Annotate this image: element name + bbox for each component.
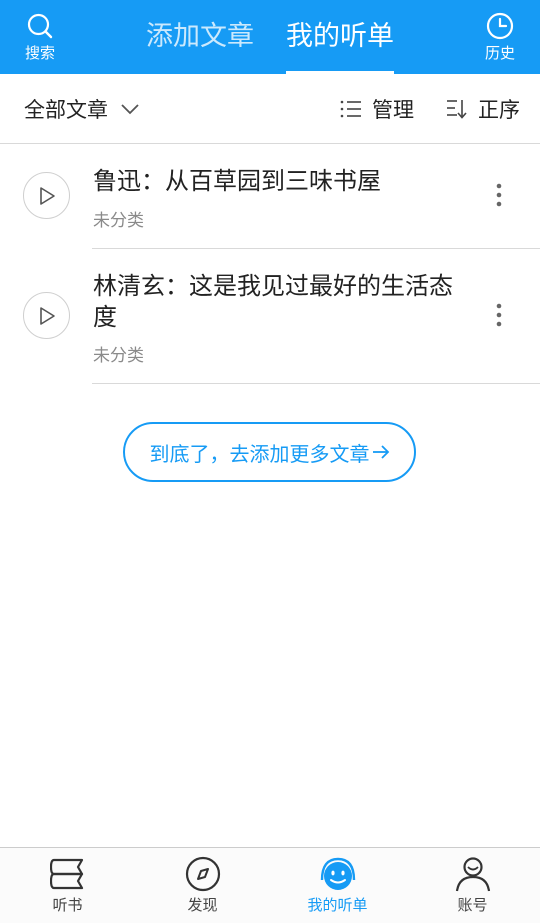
bottom-nav: 听书 发现 我的听单 账号	[0, 847, 540, 923]
clock-icon	[486, 12, 514, 40]
nav-label: 发现	[187, 896, 218, 914]
tab-my-list-label: 我的听单	[286, 21, 394, 52]
user-icon	[455, 857, 490, 892]
list-item[interactable]: 林清玄：这是我见过最好的生活态度 未分类	[0, 249, 540, 384]
history-button[interactable]: 历史	[460, 0, 540, 74]
nav-label: 听书	[52, 896, 83, 914]
header-tabs: 添加文章 我的听单	[0, 0, 540, 74]
book-stack-icon	[49, 858, 83, 890]
tab-add-article[interactable]: 添加文章	[130, 0, 270, 74]
nav-item-my-list[interactable]: 我的听单	[270, 848, 405, 923]
order-label: 正序	[478, 98, 520, 122]
history-label: 历史	[484, 44, 515, 62]
article-filter-dropdown[interactable]: 全部文章	[24, 74, 140, 144]
list-toolbar: 全部文章 管理 正序	[0, 74, 540, 144]
more-options-button[interactable]	[484, 175, 514, 215]
top-header: 搜索 添加文章 我的听单 历史	[0, 0, 540, 74]
article-title: 林清玄：这是我见过最好的生活态度	[93, 272, 453, 331]
list-item[interactable]: 鲁迅：从百草园到三味书屋 未分类	[0, 144, 540, 249]
divider	[92, 383, 540, 384]
arrow-right-icon	[372, 445, 389, 459]
compass-icon	[185, 856, 220, 892]
play-icon	[39, 186, 55, 205]
tab-my-list[interactable]: 我的听单	[270, 0, 410, 74]
sort-order-button[interactable]: 正序	[446, 74, 520, 144]
article-category: 未分类	[93, 346, 144, 366]
add-more-articles-button[interactable]: 到底了，去添加更多文章	[123, 422, 416, 482]
filter-label: 全部文章	[24, 98, 108, 122]
play-icon	[39, 306, 55, 325]
article-title: 鲁迅：从百草园到三味书屋	[93, 167, 381, 195]
manage-button[interactable]: 管理	[340, 74, 414, 144]
nav-label: 我的听单	[307, 896, 368, 914]
article-category: 未分类	[93, 211, 144, 231]
sort-icon	[447, 100, 467, 119]
add-more-label: 到底了，去添加更多文章	[149, 441, 370, 466]
nav-item-listen-books[interactable]: 听书	[0, 848, 135, 923]
nav-label: 账号	[457, 896, 488, 914]
play-button[interactable]	[23, 172, 70, 219]
list-icon	[340, 100, 361, 118]
more-vertical-icon	[496, 183, 502, 207]
nav-item-discover[interactable]: 发现	[135, 848, 270, 923]
tab-add-article-label: 添加文章	[146, 21, 254, 52]
manage-label: 管理	[372, 98, 414, 122]
smiley-headphones-icon	[320, 857, 355, 890]
more-options-button[interactable]	[484, 295, 514, 335]
chevron-down-icon	[121, 104, 139, 115]
play-button[interactable]	[23, 292, 70, 339]
more-vertical-icon	[496, 303, 502, 327]
nav-item-account[interactable]: 账号	[405, 848, 540, 923]
